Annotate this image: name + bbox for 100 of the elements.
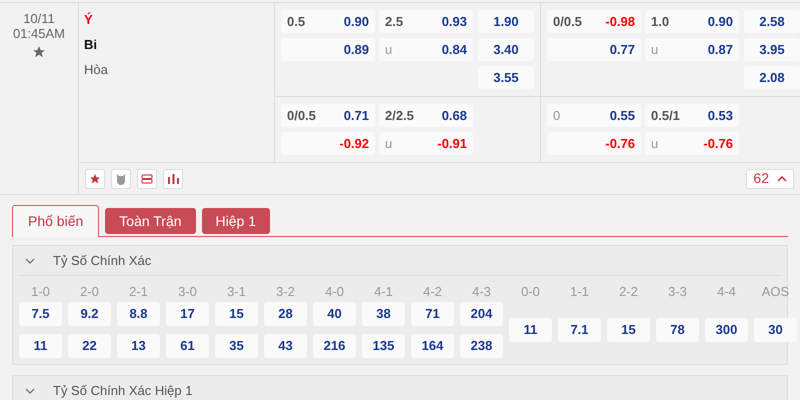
tab[interactable]: Toàn Trận bbox=[105, 208, 196, 234]
team-name: Hòa bbox=[84, 62, 109, 78]
line-text: 2/2.5 bbox=[385, 106, 414, 125]
odds-cell[interactable]: 204 bbox=[460, 302, 503, 326]
odds-value: 0.55 bbox=[610, 106, 635, 125]
odds-cell[interactable]: 216 bbox=[313, 334, 356, 358]
star-icon bbox=[89, 172, 101, 184]
odds-value: 0.87 bbox=[708, 40, 733, 59]
odds-cell[interactable]: 35 bbox=[215, 334, 258, 358]
odds-cell[interactable]: 8.8 bbox=[117, 302, 160, 326]
lineup-button[interactable] bbox=[137, 168, 157, 188]
score-label: AOS bbox=[762, 283, 790, 301]
odds-cell[interactable]: 61 bbox=[166, 334, 209, 358]
odds-cell[interactable]: 2.5 0.93 bbox=[379, 10, 473, 33]
odds-cell[interactable]: 15 bbox=[607, 318, 650, 342]
score-label: 4-3 bbox=[472, 283, 491, 301]
odds-cell[interactable]: 78 bbox=[656, 318, 699, 342]
odds-value: -0.92 bbox=[339, 134, 369, 153]
odds-cell[interactable]: 0/0.5 0.71 bbox=[281, 104, 375, 127]
odds-cell[interactable]: -0.92 bbox=[281, 132, 375, 155]
odds-cell[interactable]: 1.0 0.90 bbox=[645, 10, 739, 33]
odds-cell[interactable]: 0 0.55 bbox=[547, 104, 641, 127]
odds-cell[interactable]: 71 bbox=[411, 302, 454, 326]
odds-cell[interactable]: 0.77 bbox=[547, 38, 641, 61]
odds-cell[interactable]: 2.08 bbox=[744, 66, 800, 89]
odds-value: 0.77 bbox=[610, 40, 635, 59]
stack-icon bbox=[141, 174, 153, 184]
score-label: 0-0 bbox=[521, 283, 540, 301]
score-label: 3-0 bbox=[178, 283, 197, 301]
odds-value: -0.98 bbox=[605, 12, 635, 31]
cat-head-icon bbox=[115, 172, 127, 184]
score-label: 4-2 bbox=[423, 283, 442, 301]
stats-button[interactable] bbox=[163, 168, 183, 188]
mascot-button[interactable] bbox=[111, 168, 131, 188]
bar-chart-icon bbox=[168, 174, 178, 184]
odds-cell[interactable]: u 0.87 bbox=[645, 38, 739, 61]
odds-cell[interactable]: 2/2.5 0.68 bbox=[379, 104, 473, 127]
odds-cell[interactable]: 2.58 bbox=[744, 10, 800, 33]
odds-cell[interactable]: 0.5/1 0.53 bbox=[645, 104, 739, 127]
odds-cell[interactable]: 22 bbox=[68, 334, 111, 358]
odds-cell[interactable]: 0.5 0.90 bbox=[281, 10, 375, 33]
line-text: 0 bbox=[553, 106, 560, 125]
odds-cell[interactable]: 11 bbox=[509, 318, 552, 342]
line-text: u bbox=[651, 40, 658, 59]
score-label: 4-0 bbox=[325, 283, 344, 301]
market-title: Tỷ Số Chính Xác bbox=[53, 252, 152, 270]
odds-value: -0.76 bbox=[703, 134, 733, 153]
favorite-button[interactable] bbox=[85, 168, 105, 188]
odds-cell[interactable]: 0.89 bbox=[281, 38, 375, 61]
score-label: 1-1 bbox=[570, 283, 589, 301]
more-markets-button[interactable]: 62 bbox=[746, 168, 794, 188]
chevron-icon[interactable] bbox=[25, 388, 35, 394]
odds-cell[interactable]: 15 bbox=[215, 302, 258, 326]
match-time: 01:45AM bbox=[12, 26, 66, 41]
odds-cell[interactable]: u -0.91 bbox=[379, 132, 473, 155]
odds-cell[interactable]: 0/0.5 -0.98 bbox=[547, 10, 641, 33]
score-label: 3-1 bbox=[227, 283, 246, 301]
odds-value: 0.84 bbox=[442, 40, 467, 59]
star-icon[interactable] bbox=[32, 45, 46, 59]
odds-cell[interactable]: 11 bbox=[19, 334, 62, 358]
odds-value: 0.68 bbox=[442, 106, 467, 125]
odds-cell[interactable]: 1.90 bbox=[478, 10, 534, 33]
score-label: 2-0 bbox=[80, 283, 99, 301]
odds-cell[interactable]: 17 bbox=[166, 302, 209, 326]
score-label: 4-4 bbox=[717, 283, 736, 301]
odds-cell[interactable]: 238 bbox=[460, 334, 503, 358]
odds-cell[interactable]: 40 bbox=[313, 302, 356, 326]
odds-cell[interactable]: 30 bbox=[754, 318, 797, 342]
odds-cell[interactable]: 164 bbox=[411, 334, 454, 358]
team-name: Bi bbox=[84, 37, 98, 53]
odds-cell[interactable]: 7.5 bbox=[19, 302, 62, 326]
line-text: 0.5 bbox=[287, 12, 306, 31]
odds-value: 0.90 bbox=[344, 12, 369, 31]
odds-cell[interactable]: 38 bbox=[362, 302, 405, 326]
line-text: 0/0.5 bbox=[553, 12, 582, 31]
odds-cell[interactable]: 135 bbox=[362, 334, 405, 358]
odds-cell[interactable]: 7.1 bbox=[558, 318, 601, 342]
tab[interactable]: Phổ biến bbox=[12, 205, 100, 237]
odds-cell[interactable]: 3.40 bbox=[478, 38, 534, 61]
market-title: Tỷ Số Chính Xác Hiệp 1 bbox=[53, 382, 192, 400]
odds-cell[interactable]: 9.2 bbox=[68, 302, 111, 326]
odds-cell[interactable]: u -0.76 bbox=[645, 132, 739, 155]
odds-value: 0.93 bbox=[442, 12, 467, 31]
score-label: 3-3 bbox=[668, 283, 687, 301]
odds-cell[interactable]: 3.95 bbox=[744, 38, 800, 61]
chevron-icon[interactable] bbox=[25, 258, 35, 264]
line-text: 0/0.5 bbox=[287, 106, 316, 125]
odds-cell[interactable]: 28 bbox=[264, 302, 307, 326]
score-label: 3-2 bbox=[276, 283, 295, 301]
odds-value: -0.91 bbox=[437, 134, 467, 153]
odds-cell[interactable]: u 0.84 bbox=[379, 38, 473, 61]
odds-cell[interactable]: 3.55 bbox=[478, 66, 534, 89]
match-date: 10/11 bbox=[23, 11, 55, 26]
odds-cell[interactable]: -0.76 bbox=[547, 132, 641, 155]
odds-cell[interactable]: 300 bbox=[705, 318, 748, 342]
odds-cell[interactable]: 13 bbox=[117, 334, 160, 358]
tab[interactable]: Hiệp 1 bbox=[202, 208, 270, 234]
odds-cell[interactable]: 43 bbox=[264, 334, 307, 358]
odds-value: 0.89 bbox=[344, 40, 369, 59]
score-label: 2-2 bbox=[619, 283, 638, 301]
